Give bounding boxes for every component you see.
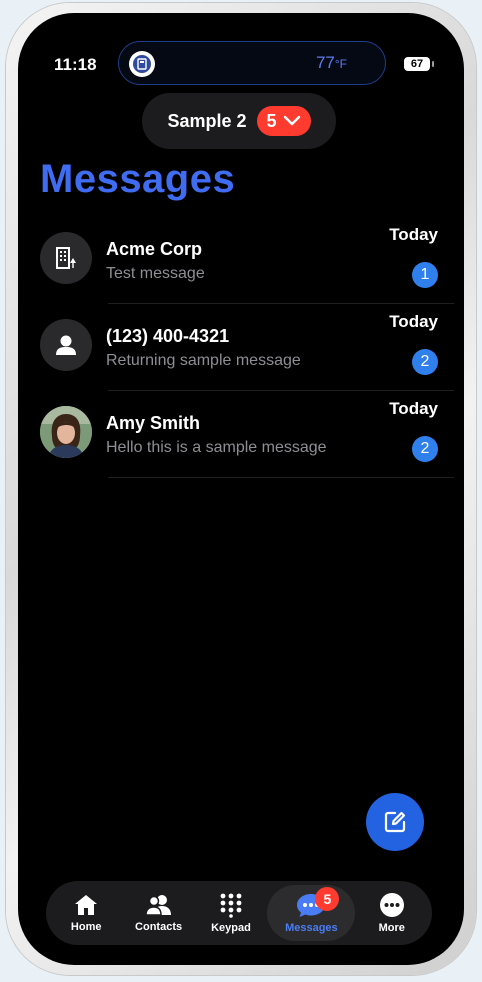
screen: 11:18 77°F 67 Sample 2 5 Messages Acme C… — [28, 21, 454, 957]
message-preview: Test message — [106, 265, 205, 282]
building-icon — [40, 232, 92, 284]
battery-level: 67 — [410, 58, 424, 70]
message-preview: Hello this is a sample message — [106, 439, 327, 456]
account-unread-badge: 5 — [256, 106, 311, 136]
tab-bar: Home Contacts Keypad Messages 5 More — [46, 881, 432, 945]
tab-more[interactable]: More — [356, 885, 428, 941]
conversation-list: Acme Corp Test message Today 1 (123) 400… — [28, 217, 454, 478]
message-time: Today — [389, 399, 438, 418]
message-time: Today — [389, 312, 438, 331]
temperature-unit: °F — [334, 57, 347, 71]
tab-label: Contacts — [135, 921, 183, 933]
home-icon — [75, 895, 98, 915]
tab-keypad[interactable]: Keypad — [195, 885, 267, 941]
dynamic-island[interactable]: 77°F — [118, 41, 386, 85]
message-time: Today — [389, 225, 438, 244]
account-selector[interactable]: Sample 2 5 — [142, 93, 336, 149]
contacts-icon — [144, 895, 171, 916]
tab-contacts[interactable]: Contacts — [123, 885, 195, 941]
contact-name: Amy Smith — [106, 413, 201, 433]
battery-icon: 67 — [404, 57, 434, 71]
unread-badge: 2 — [412, 436, 438, 462]
phone-bezel: 11:18 77°F 67 Sample 2 5 Messages Acme C… — [18, 13, 464, 965]
status-time: 11:18 — [54, 55, 97, 74]
keypad-icon — [220, 893, 242, 918]
weather-temperature: 77°F — [316, 53, 347, 73]
chevron-down-icon — [283, 115, 300, 126]
tab-home[interactable]: Home — [50, 885, 122, 941]
temperature-value: 77 — [315, 53, 335, 72]
contact-name: Acme Corp — [106, 239, 203, 259]
conversation-row[interactable]: (123) 400-4321 Returning sample message … — [28, 304, 454, 391]
unread-badge: 2 — [412, 349, 438, 375]
compose-button[interactable] — [366, 793, 424, 851]
message-preview: Returning sample message — [106, 352, 301, 369]
page-title: Messages — [40, 157, 236, 201]
compose-icon — [384, 811, 406, 833]
account-name: Sample 2 — [167, 110, 247, 131]
unread-badge: 1 — [412, 262, 438, 288]
tab-messages[interactable]: Messages 5 — [267, 885, 356, 941]
account-unread-count: 5 — [266, 110, 277, 131]
contact-name: (123) 400-4321 — [106, 326, 230, 346]
more-icon — [379, 893, 404, 917]
phone-frame: 11:18 77°F 67 Sample 2 5 Messages Acme C… — [6, 3, 476, 975]
person-icon — [40, 319, 92, 371]
app-icon — [129, 51, 155, 77]
messages-badge: 5 — [315, 887, 340, 911]
tab-label: Home — [70, 921, 102, 933]
conversation-row[interactable]: Amy Smith Hello this is a sample message… — [28, 391, 454, 478]
tab-label: Keypad — [211, 922, 251, 934]
conversation-row[interactable]: Acme Corp Test message Today 1 — [28, 217, 454, 304]
divider — [108, 477, 454, 478]
tab-label: More — [378, 922, 405, 934]
tab-label: Messages — [285, 922, 338, 934]
avatar — [40, 406, 92, 458]
